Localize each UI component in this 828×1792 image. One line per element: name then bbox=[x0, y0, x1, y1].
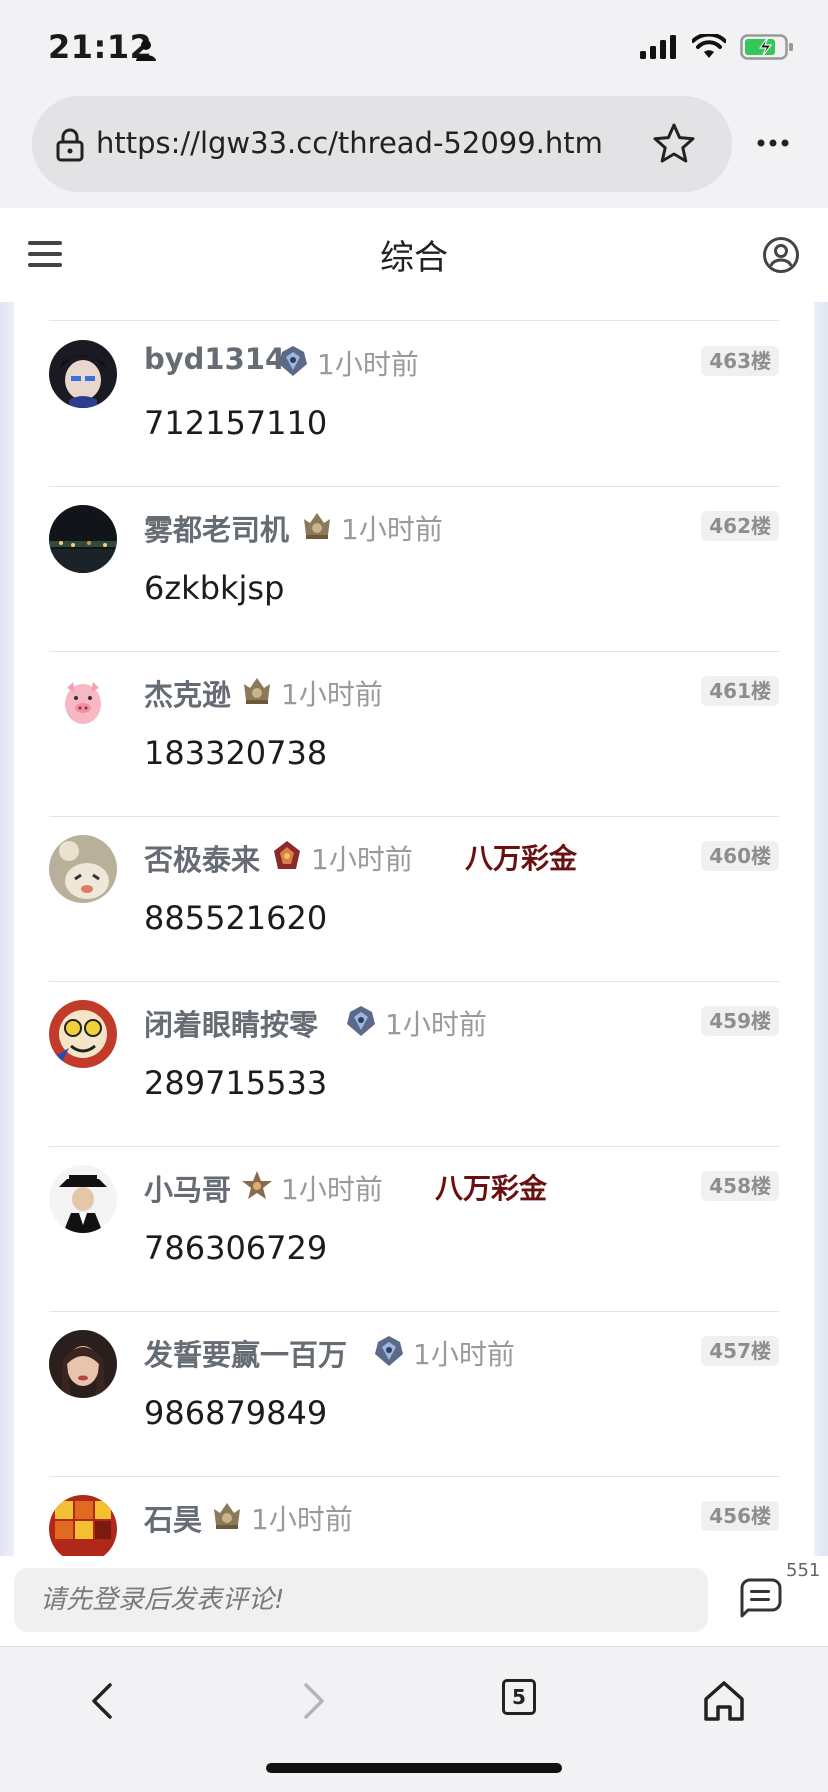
username[interactable]: 否极泰来 bbox=[144, 837, 260, 879]
status-bar: 21:12 bbox=[0, 0, 828, 96]
username[interactable]: 石昊 bbox=[144, 1497, 202, 1539]
rank-badge-icon bbox=[244, 678, 270, 704]
url-text: https://lgw33.cc/thread-52099.htm bbox=[96, 126, 603, 160]
username[interactable]: 雾都老司机 bbox=[144, 507, 289, 549]
reply-content: 6zkbkjsp bbox=[144, 569, 285, 607]
avatar[interactable] bbox=[49, 1330, 117, 1398]
rank-badge-icon bbox=[375, 1336, 403, 1366]
reply-item: byd1314 1小时前 463楼 712157110 bbox=[14, 322, 814, 487]
browser-toolbar: 5 bbox=[0, 1646, 828, 1792]
app-header: 综合 bbox=[0, 208, 828, 302]
user-account-icon[interactable] bbox=[762, 236, 800, 274]
rank-badge-icon bbox=[214, 1503, 240, 1529]
avatar[interactable] bbox=[49, 835, 117, 903]
lock-icon bbox=[56, 128, 84, 162]
username[interactable]: 小马哥 bbox=[144, 1167, 231, 1209]
floor-number: 456楼 bbox=[701, 1501, 779, 1531]
reply-item: 杰克逊 1小时前 461楼 183320738 bbox=[14, 652, 814, 817]
reply-content: 712157110 bbox=[144, 404, 328, 442]
post-time: 1小时前 bbox=[281, 678, 383, 711]
username[interactable]: 杰克逊 bbox=[144, 672, 231, 714]
address-bar[interactable]: https://lgw33.cc/thread-52099.htm bbox=[32, 96, 732, 192]
home-indicator bbox=[266, 1763, 562, 1773]
reply-item: 石昊 1小时前 456楼 bbox=[14, 1477, 814, 1556]
reward-tag: 八万彩金 bbox=[435, 1172, 548, 1205]
wifi-icon bbox=[692, 34, 726, 58]
signal-icon bbox=[640, 35, 676, 59]
avatar[interactable] bbox=[49, 340, 117, 408]
rank-badge-icon bbox=[279, 346, 307, 376]
reply-item: 否极泰来 1小时前 八万彩金 460楼 885521620 bbox=[14, 817, 814, 982]
floor-number: 459楼 bbox=[701, 1006, 779, 1036]
divider bbox=[49, 320, 779, 321]
avatar[interactable] bbox=[49, 1165, 117, 1233]
comment-count: 551 bbox=[786, 1560, 821, 1581]
post-time: 1小时前 bbox=[311, 843, 413, 876]
username[interactable]: 发誓要赢一百万 bbox=[144, 1332, 347, 1374]
floor-number: 461楼 bbox=[701, 676, 779, 706]
reply-item: 雾都老司机 1小时前 462楼 6zkbkjsp bbox=[14, 487, 814, 652]
floor-number: 457楼 bbox=[701, 1336, 779, 1366]
tabs-button[interactable]: 5 bbox=[502, 1679, 536, 1715]
floor-number: 462楼 bbox=[701, 511, 779, 541]
browser-address-area: https://lgw33.cc/thread-52099.htm bbox=[0, 96, 828, 208]
more-icon[interactable] bbox=[756, 138, 790, 148]
post-time: 1小时前 bbox=[341, 513, 443, 546]
floor-number: 460楼 bbox=[701, 841, 779, 871]
battery-icon bbox=[740, 34, 793, 60]
reply-content: 183320738 bbox=[144, 734, 328, 772]
reward-tag: 八万彩金 bbox=[465, 842, 578, 875]
comment-icon[interactable] bbox=[738, 1578, 784, 1618]
status-icons bbox=[640, 34, 794, 60]
rank-badge-icon bbox=[304, 513, 330, 539]
post-time: 1小时前 bbox=[317, 348, 419, 381]
bookmark-star-icon[interactable] bbox=[652, 122, 696, 166]
post-time: 1小时前 bbox=[251, 1503, 353, 1536]
avatar[interactable] bbox=[49, 1495, 117, 1556]
reply-content: 885521620 bbox=[144, 899, 328, 937]
reply-content: 786306729 bbox=[144, 1229, 328, 1267]
person-icon bbox=[136, 40, 156, 61]
forward-icon[interactable] bbox=[288, 1677, 336, 1725]
comment-input[interactable] bbox=[14, 1568, 708, 1632]
username[interactable]: byd1314 bbox=[144, 342, 285, 376]
home-icon[interactable] bbox=[700, 1677, 748, 1725]
back-icon[interactable] bbox=[80, 1677, 128, 1725]
avatar[interactable] bbox=[49, 505, 117, 573]
rank-badge-icon bbox=[274, 841, 300, 869]
rank-badge-icon bbox=[242, 1171, 272, 1199]
avatar[interactable] bbox=[49, 670, 117, 738]
post-time: 1小时前 bbox=[385, 1008, 487, 1041]
page-title: 综合 bbox=[380, 238, 448, 278]
reply-content: 289715533 bbox=[144, 1064, 328, 1102]
reply-item: 发誓要赢一百万 1小时前 457楼 986879849 bbox=[14, 1312, 814, 1477]
reply-list: byd1314 1小时前 463楼 712157110 雾都老司机 1小时前 4… bbox=[14, 302, 814, 1556]
reply-item: 小马哥 1小时前 八万彩金 458楼 786306729 bbox=[14, 1147, 814, 1312]
username[interactable]: 闭着眼睛按零 bbox=[144, 1002, 318, 1044]
comment-bar: 551 bbox=[0, 1556, 828, 1646]
rank-badge-icon bbox=[347, 1006, 375, 1036]
floor-number: 458楼 bbox=[701, 1171, 779, 1201]
reply-item: 闭着眼睛按零 1小时前 459楼 289715533 bbox=[14, 982, 814, 1147]
post-time: 1小时前 bbox=[413, 1338, 515, 1371]
reply-content: 986879849 bbox=[144, 1394, 328, 1432]
post-time: 1小时前 bbox=[281, 1173, 383, 1206]
floor-number: 463楼 bbox=[701, 346, 779, 376]
avatar[interactable] bbox=[49, 1000, 117, 1068]
